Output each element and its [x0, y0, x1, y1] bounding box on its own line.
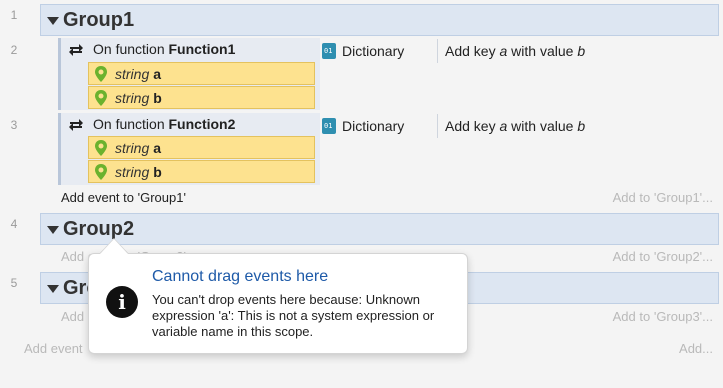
condition-prefix: On function: [93, 116, 169, 132]
action-object-name: Dictionary: [342, 43, 405, 59]
param-name: a: [153, 139, 162, 156]
line-number: 4: [10, 217, 18, 231]
add-to-group3-link[interactable]: Add to 'Group3'...: [613, 309, 713, 324]
add-to-group2-link[interactable]: Add to 'Group2'...: [613, 249, 713, 264]
location-pin-icon: [95, 65, 107, 82]
function-arrows-icon: [69, 44, 83, 56]
action-text: with value: [507, 118, 578, 134]
location-pin-icon: [95, 139, 107, 156]
drag-error-tooltip: i Cannot drag events here You can't drop…: [88, 253, 468, 354]
function-name: Function1: [168, 41, 236, 57]
dictionary-icon: 01: [322, 43, 336, 59]
param-name: b: [153, 163, 162, 180]
action-text: Add key: [445, 43, 500, 59]
group-header-group2[interactable]: Group2: [40, 213, 719, 245]
collapse-triangle-icon[interactable]: [47, 226, 59, 234]
group-title: Group1: [63, 9, 135, 31]
function-arrows-icon: [69, 119, 83, 131]
param-name: a: [153, 65, 162, 82]
parameter-row[interactable]: string a: [88, 136, 315, 159]
collapse-triangle-icon[interactable]: [47, 17, 59, 25]
line-number: 1: [10, 8, 18, 22]
action-object-name: Dictionary: [342, 118, 405, 134]
group-header-group1[interactable]: Group1: [40, 4, 719, 36]
parameter-row[interactable]: string b: [88, 160, 315, 183]
condition-prefix: On function: [93, 41, 169, 57]
add-root-link[interactable]: Add...: [679, 341, 713, 356]
param-name: b: [153, 89, 162, 106]
action-description[interactable]: Add key a with value b: [445, 43, 585, 59]
location-pin-icon: [95, 89, 107, 106]
param-type: string: [115, 139, 150, 156]
tooltip-body: You can't drop events here because: Unkn…: [152, 292, 435, 339]
param-type: string: [115, 89, 150, 106]
dictionary-icon: 01: [322, 118, 336, 134]
collapse-triangle-icon[interactable]: [47, 285, 59, 293]
column-divider: [437, 114, 438, 138]
action-description[interactable]: Add key a with value b: [445, 118, 585, 134]
action-value: b: [577, 118, 586, 134]
action-object[interactable]: 01 Dictionary: [322, 118, 404, 134]
function-name: Function2: [168, 116, 236, 132]
condition-on-function[interactable]: On function Function1: [67, 41, 235, 57]
parameter-row[interactable]: string b: [88, 86, 315, 109]
action-value: b: [577, 43, 586, 59]
tooltip-title: Cannot drag events here: [152, 268, 329, 285]
location-pin-icon: [95, 163, 107, 180]
line-number: 2: [10, 43, 18, 57]
action-text: with value: [507, 43, 578, 59]
add-event-root-link[interactable]: Add event: [24, 341, 83, 356]
info-icon: i: [106, 286, 138, 318]
add-to-group1-link[interactable]: Add to 'Group1'...: [613, 190, 713, 205]
param-type: string: [115, 65, 150, 82]
param-type: string: [115, 163, 150, 180]
tooltip-arrow: [100, 239, 128, 254]
line-number: 3: [10, 118, 18, 132]
add-event-group1-link[interactable]: Add event to 'Group1': [61, 190, 186, 205]
line-number: 5: [10, 276, 18, 290]
parameter-row[interactable]: string a: [88, 62, 315, 85]
action-text: Add key: [445, 118, 500, 134]
action-object[interactable]: 01 Dictionary: [322, 43, 404, 59]
condition-on-function[interactable]: On function Function2: [67, 116, 235, 132]
column-divider: [437, 39, 438, 63]
